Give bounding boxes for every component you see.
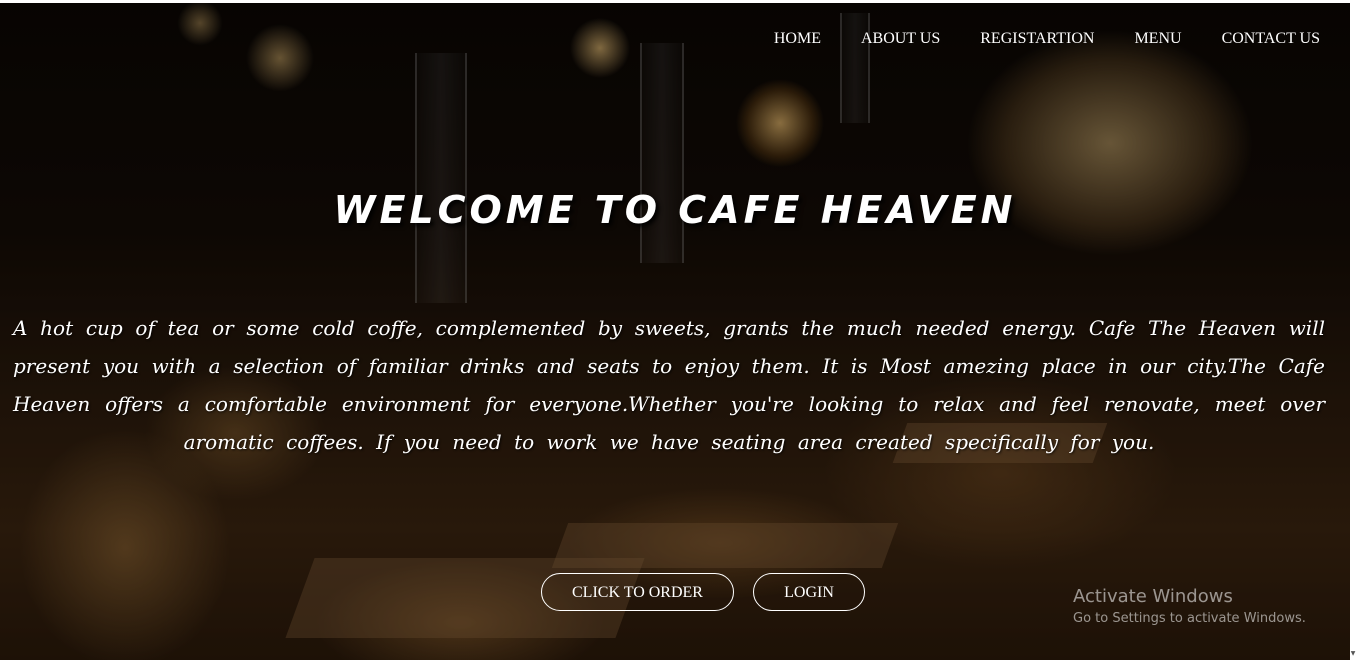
nav-home-link[interactable]: HOME bbox=[774, 30, 821, 48]
nav-about-us-link[interactable]: ABOUT US bbox=[861, 30, 940, 48]
click-to-order-button[interactable]: CLICK TO ORDER bbox=[541, 573, 734, 611]
nav-registration-link[interactable]: REGISTARTION bbox=[980, 30, 1094, 48]
welcome-headline: WELCOME TO CAFE HEAVEN bbox=[333, 188, 1017, 232]
intro-paragraph: A hot cup of tea or some cold coffe, com… bbox=[13, 316, 1325, 454]
activate-windows-watermark: Activate Windows Go to Settings to activ… bbox=[1073, 585, 1306, 629]
activate-windows-title: Activate Windows bbox=[1073, 586, 1233, 607]
vertical-scrollbar[interactable]: ▼ bbox=[1350, 0, 1356, 660]
scroll-down-arrow-icon[interactable]: ▼ bbox=[1350, 650, 1356, 658]
login-button[interactable]: LOGIN bbox=[753, 573, 865, 611]
top-navigation: HOME ABOUT US REGISTARTION MENU CONTACT … bbox=[774, 30, 1320, 48]
nav-menu-link[interactable]: MENU bbox=[1134, 30, 1181, 48]
hero-background: HOME ABOUT US REGISTARTION MENU CONTACT … bbox=[0, 3, 1350, 660]
nav-contact-us-link[interactable]: CONTACT US bbox=[1222, 30, 1320, 48]
hero-actions: CLICK TO ORDER LOGIN bbox=[541, 573, 865, 611]
activate-windows-subtitle: Go to Settings to activate Windows. bbox=[1073, 611, 1306, 626]
